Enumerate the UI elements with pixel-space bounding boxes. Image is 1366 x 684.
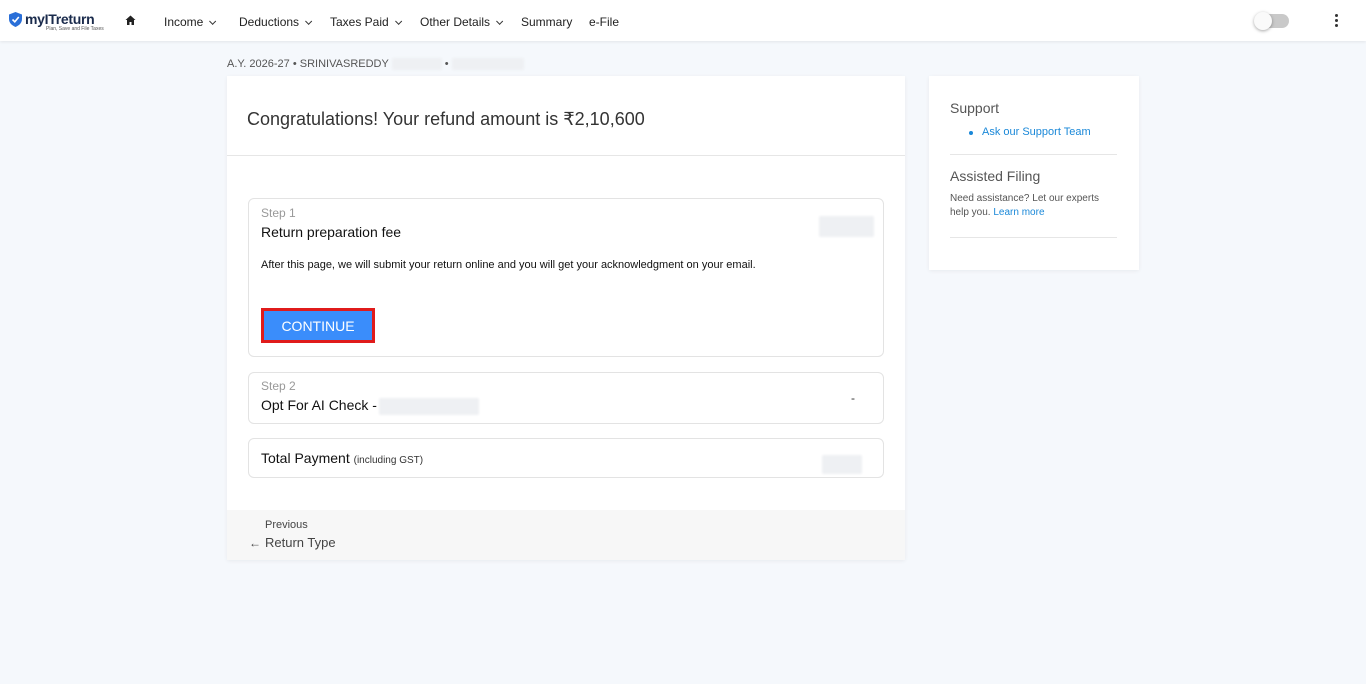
- divider: [950, 237, 1117, 238]
- brand-name: myITreturn: [25, 11, 95, 27]
- step-2-title-text: Opt For AI Check -: [261, 397, 377, 413]
- previous-label[interactable]: Previous: [265, 519, 308, 531]
- divider: [227, 155, 905, 156]
- divider: [950, 154, 1117, 155]
- nav-summary-label: Summary: [521, 15, 573, 29]
- redacted-fee: [819, 216, 874, 237]
- gst-note: (including GST): [353, 455, 424, 466]
- step-1-label: Step 1: [261, 206, 296, 220]
- previous-link-text: Return Type: [265, 535, 336, 550]
- help-sidebar: Support Ask our Support Team Assisted Fi…: [929, 76, 1139, 270]
- previous-return-type-link[interactable]: ← Return Type: [249, 535, 336, 550]
- nav-other-details[interactable]: Other Details: [420, 15, 504, 29]
- total-payment-text: Total Payment: [261, 450, 350, 466]
- nav-summary[interactable]: Summary: [521, 15, 572, 29]
- chevron-down-icon: [305, 17, 313, 25]
- redacted-text: [378, 397, 479, 415]
- assisted-filing-heading: Assisted Filing: [950, 168, 1041, 184]
- nav-deductions[interactable]: Deductions: [239, 15, 313, 29]
- theme-toggle[interactable]: [1254, 12, 1289, 30]
- step-2-title: Opt For AI Check -: [261, 397, 479, 415]
- step-2-label: Step 2: [261, 379, 296, 393]
- redacted-text: [451, 58, 524, 71]
- redacted-total: [822, 455, 862, 474]
- assessment-year: A.Y. 2026-27: [227, 58, 290, 70]
- bullet-icon: [969, 131, 973, 135]
- support-heading: Support: [950, 100, 1000, 116]
- arrow-left-icon: ←: [249, 536, 261, 550]
- nav-other-details-label: Other Details: [420, 15, 491, 29]
- nav-income[interactable]: Income: [164, 15, 217, 29]
- home-icon[interactable]: [125, 15, 136, 26]
- continue-button[interactable]: CONTINUE: [261, 308, 375, 343]
- step-2-card: Step 2 Opt For AI Check - -: [248, 372, 884, 424]
- main-card: Congratulations! Your refund amount is ₹…: [227, 76, 905, 560]
- card-footer: Previous ← Return Type: [227, 510, 905, 560]
- top-nav-bar: myITreturn Plan, Save and File Taxes Inc…: [0, 0, 1366, 41]
- brand-logo[interactable]: myITreturn Plan, Save and File Taxes: [9, 10, 104, 34]
- more-options-icon[interactable]: [1333, 14, 1339, 28]
- nav-taxes-paid-label: Taxes Paid: [330, 15, 389, 29]
- chevron-down-icon: [496, 17, 504, 25]
- nav-deductions-label: Deductions: [239, 15, 300, 29]
- step-1-title: Return preparation fee: [261, 224, 402, 240]
- toggle-knob: [1254, 12, 1272, 30]
- page-title: Congratulations! Your refund amount is ₹…: [247, 109, 645, 129]
- taxpayer-name: SRINIVASREDDY: [299, 58, 389, 70]
- total-payment-label: Total Payment (including GST): [261, 450, 423, 466]
- breadcrumb: A.Y. 2026-27 • SRINIVASREDDY •: [227, 58, 524, 71]
- nav-efile[interactable]: e-File: [589, 15, 619, 29]
- learn-more-link[interactable]: Learn more: [993, 207, 1044, 218]
- chevron-down-icon: [209, 17, 217, 25]
- redacted-text: [391, 58, 442, 71]
- step-1-note: After this page, we will submit your ret…: [261, 259, 756, 271]
- nav-income-label: Income: [164, 15, 204, 29]
- chevron-down-icon: [394, 17, 402, 25]
- step-1-card: Step 1 Return preparation fee After this…: [248, 198, 884, 357]
- brand-tagline: Plan, Save and File Taxes: [46, 26, 104, 32]
- total-payment-card: Total Payment (including GST): [248, 438, 884, 478]
- breadcrumb-separator: •: [292, 58, 297, 70]
- nav-taxes-paid[interactable]: Taxes Paid: [330, 15, 402, 29]
- step-2-value: -: [851, 391, 855, 405]
- nav-efile-label: e-File: [589, 15, 620, 29]
- support-team-link[interactable]: Ask our Support Team: [982, 126, 1091, 138]
- breadcrumb-separator-2: •: [444, 58, 449, 70]
- assisted-filing-text: Need assistance? Let our experts help yo…: [950, 192, 1120, 220]
- shield-check-icon: [9, 12, 22, 27]
